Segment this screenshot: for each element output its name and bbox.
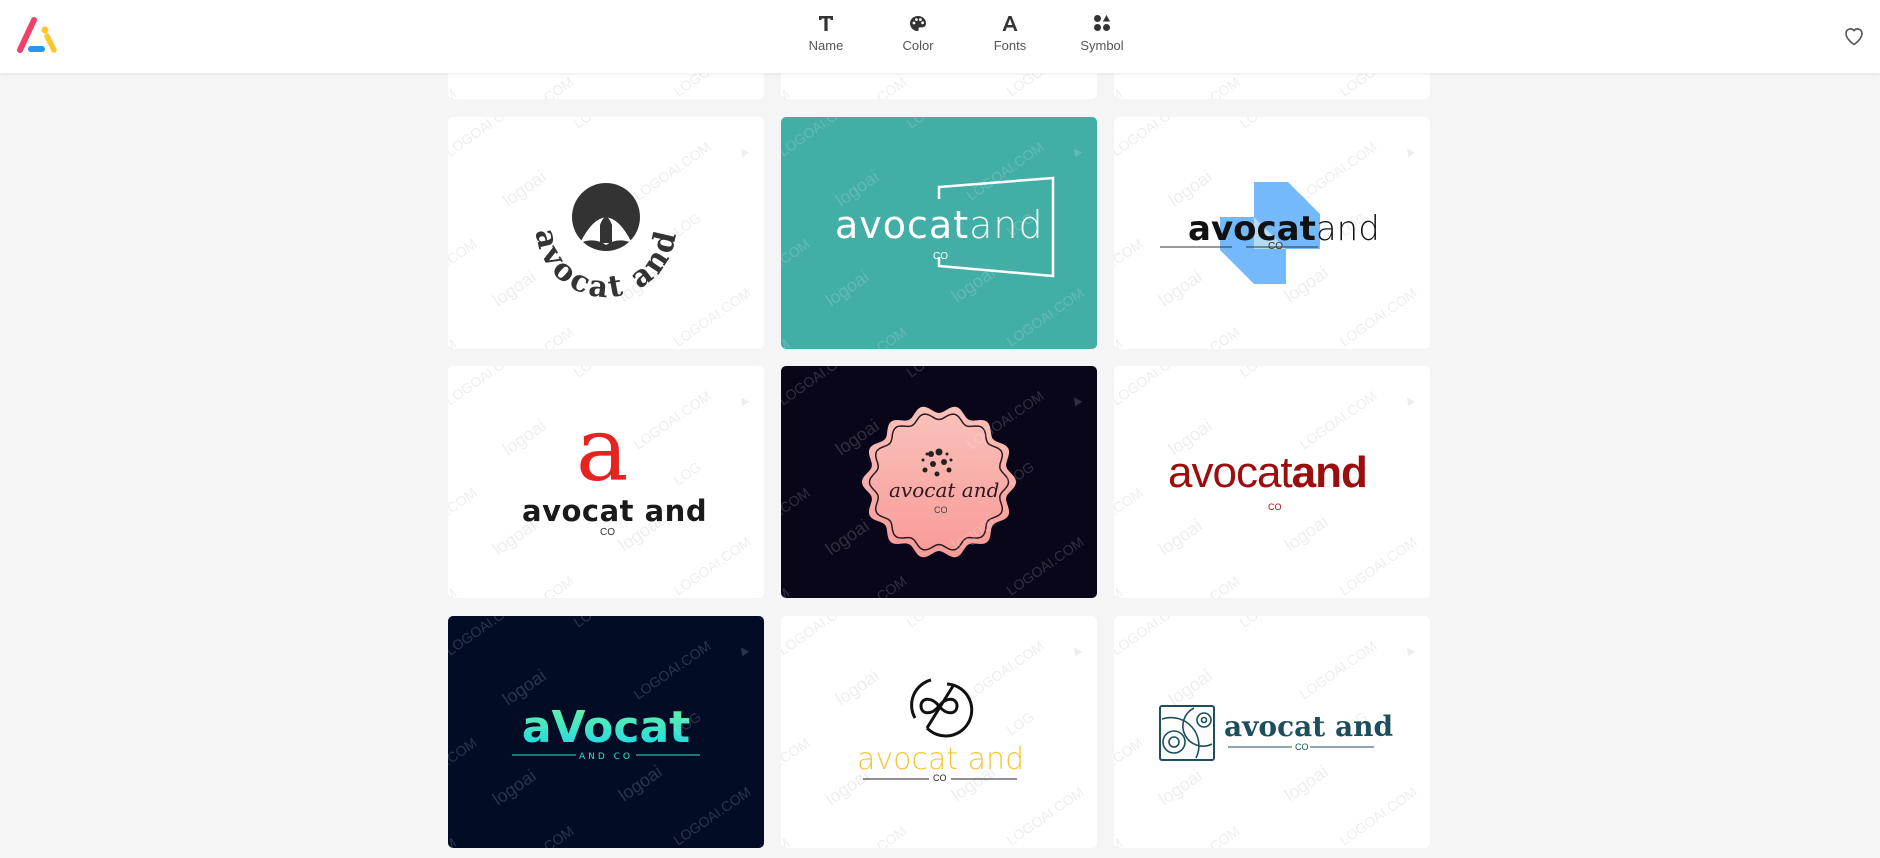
nav-name-label: Name	[808, 38, 844, 53]
logo-name: avocat and	[1224, 710, 1394, 743]
logo-card[interactable]: aVocat AND CO LOGOAI.COMLOGOlogoaiLOGOAI…	[448, 616, 764, 848]
top-header: Name Color Fonts Symbol	[0, 0, 1880, 73]
logo-tagline: AND CO	[579, 752, 633, 762]
logo-design: avocat and CO	[781, 616, 1097, 848]
logo-card[interactable]: avocat and LOGOAI.COMLOGOlogoaiLOGOAI.CO…	[448, 117, 764, 349]
logo-monogram: a	[576, 398, 629, 501]
infinity-circle-icon	[863, 678, 1017, 780]
logo-name-light: and	[969, 203, 1044, 247]
nav-name[interactable]: Name	[780, 0, 872, 73]
nav-fonts-label: Fonts	[993, 38, 1027, 53]
font-a-icon	[999, 12, 1021, 34]
logo-card[interactable]: avocatand CO LOGOAI.COMLOGOlogoaiLOGOAI.…	[1114, 366, 1430, 598]
tent-circle-icon: avocat and	[527, 183, 682, 306]
watermark-text: M	[448, 86, 459, 99]
logo-tagline: CO	[1268, 241, 1283, 252]
watermark-text: COM	[874, 74, 910, 99]
favorites-button[interactable]	[1842, 24, 1866, 48]
logoai-home-link[interactable]	[14, 14, 60, 56]
heart-outline-icon	[1845, 28, 1863, 46]
logo-name-bold: avocat	[1188, 209, 1316, 249]
logo-name: avocat and	[857, 742, 1025, 777]
logo-tagline: CO	[600, 527, 615, 538]
logo-name-bold: and	[1291, 448, 1368, 497]
logo-tagline: CO	[933, 773, 947, 783]
logo-tagline: CO	[933, 251, 948, 262]
logo-tagline: CO	[934, 505, 948, 515]
logo-name: aVocat	[522, 702, 690, 753]
nav-symbol[interactable]: Symbol	[1056, 0, 1148, 73]
logo-tagline: CO	[1268, 502, 1282, 512]
logo-design: avocat and	[448, 117, 764, 349]
logo-name-light: avocat	[1168, 448, 1293, 497]
nav-fonts[interactable]: Fonts	[964, 0, 1056, 73]
logo-name: avocat and	[889, 478, 1000, 502]
palette-icon	[907, 12, 929, 34]
watermark-text: M	[1114, 86, 1125, 99]
logo-name-light: and	[1315, 209, 1380, 249]
watermark-text: M	[781, 86, 792, 99]
nav-color[interactable]: Color	[872, 0, 964, 73]
logo-design: avocatand CO	[1114, 117, 1430, 349]
logo-card[interactable]: a avocat and CO LOGOAI.COMLOGOlogoaiLOGO…	[448, 366, 764, 598]
logo-design: avocatand CO	[781, 117, 1097, 349]
watermark-text: COM	[541, 74, 577, 99]
customize-nav: Name Color Fonts Symbol	[780, 0, 1148, 73]
logoai-triangle-icon	[17, 17, 57, 53]
shapes-icon	[1091, 12, 1113, 34]
watermark-text: COM	[1207, 74, 1243, 99]
logo-design: avocatand CO	[1114, 366, 1430, 598]
logo-card[interactable]: avocat and CO LOGOAI.COMLOGOlogoaiLOGOAI…	[781, 366, 1097, 598]
logo-design: avocat and CO	[1114, 616, 1430, 848]
logo-tagline: CO	[1295, 742, 1309, 752]
nav-color-label: Color	[902, 38, 934, 53]
neon-wordmark: aVocat AND CO	[512, 702, 700, 762]
logo-name: avocat and	[522, 494, 708, 528]
text-t-icon	[815, 12, 837, 34]
logo-card[interactable]: avocatand CO LOGOAI.COMLOGOlogoaiLOGOAI.…	[781, 117, 1097, 349]
logo-card[interactable]: avocat and CO LOGOAI.COMLOGOlogoaiLOGOAI…	[781, 616, 1097, 848]
logo-name-bold: avocat	[835, 203, 970, 247]
logo-card[interactable]: avocat and CO LOGOAI.COMLOGOlogoaiLOGOAI…	[1114, 616, 1430, 848]
logo-design: a avocat and CO	[448, 366, 764, 598]
logo-design: avocat and CO	[781, 366, 1097, 598]
nav-symbol-label: Symbol	[1080, 38, 1124, 53]
logo-card[interactable]: avocatand CO LOGOAI.COMLOGOlogoaiLOGOAI.…	[1114, 117, 1430, 349]
logo-design: aVocat AND CO	[448, 616, 764, 848]
